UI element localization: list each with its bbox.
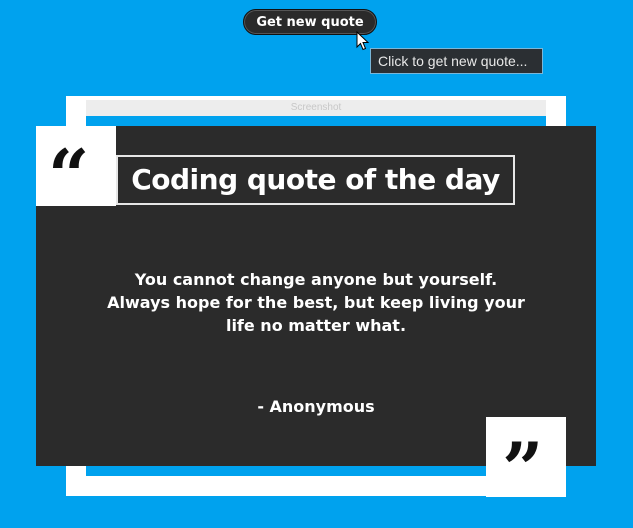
- quote-text: You cannot change anyone but yourself. A…: [107, 270, 525, 335]
- open-quote-icon: “: [48, 133, 90, 218]
- quote-author: - Anonymous: [257, 397, 375, 416]
- mouse-pointer-icon: [356, 31, 370, 51]
- tooltip: Click to get new quote...: [370, 48, 543, 74]
- close-quote-icon: ”: [502, 426, 544, 511]
- open-quote-box: “: [36, 126, 116, 212]
- window-titlebar: Screenshot: [86, 100, 546, 116]
- card-title: Coding quote of the day: [116, 155, 515, 205]
- close-quote-box: ”: [486, 417, 566, 505]
